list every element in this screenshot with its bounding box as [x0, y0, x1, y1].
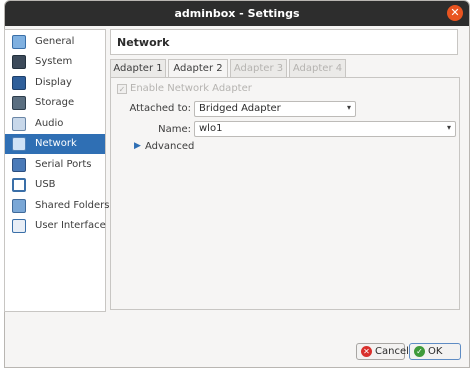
sidebar-item-audio[interactable]: Audio — [5, 114, 105, 134]
sidebar-item-label: User Interface — [35, 220, 106, 231]
chevron-down-icon: ▾ — [346, 103, 351, 112]
settings-sidebar: General System Display Storage Audio Net… — [4, 29, 110, 312]
enable-adapter-checkbox: ✓ — [117, 84, 127, 94]
tab-adapter-3: Adapter 3 — [230, 59, 287, 77]
sidebar-item-serial-ports[interactable]: Serial Ports — [5, 155, 105, 175]
cancel-label: Cancel — [375, 346, 409, 357]
page-title: Network — [117, 36, 170, 49]
sidebar-item-label: Serial Ports — [35, 159, 92, 170]
title-bar: adminbox - Settings ✕ — [5, 1, 469, 26]
sidebar-item-label: Audio — [35, 118, 64, 129]
cancel-button[interactable]: ✕ Cancel — [356, 343, 409, 360]
tab-adapter-1[interactable]: Adapter 1 — [110, 59, 166, 77]
expand-arrow-icon: ▶ — [134, 141, 141, 151]
ok-icon: ✓ — [414, 346, 425, 357]
storage-icon — [12, 96, 26, 110]
tab-adapter-4: Adapter 4 — [289, 59, 346, 77]
enable-adapter-label: Enable Network Adapter — [130, 83, 252, 94]
user-interface-icon — [12, 219, 26, 233]
cancel-icon: ✕ — [361, 346, 372, 357]
sidebar-item-label: USB — [35, 179, 56, 190]
name-label: Name: — [158, 124, 191, 135]
sidebar-item-label: Display — [35, 77, 72, 88]
system-icon — [12, 55, 26, 69]
chevron-down-icon: ▾ — [446, 123, 451, 132]
display-icon — [12, 76, 26, 90]
sidebar-item-label: Shared Folders — [35, 200, 110, 211]
sidebar-item-shared-folders[interactable]: Shared Folders — [5, 196, 110, 216]
sidebar-item-display[interactable]: Display — [5, 73, 105, 93]
ok-button[interactable]: ✓ OK — [409, 343, 461, 360]
sidebar-item-label: Storage — [35, 97, 75, 108]
name-select[interactable]: wlo1 ▾ — [194, 121, 456, 137]
advanced-label: Advanced — [145, 141, 195, 152]
close-icon[interactable]: ✕ — [447, 5, 463, 21]
sidebar-item-label: Network — [35, 138, 77, 149]
attached-to-label: Attached to: — [129, 103, 191, 114]
name-value: wlo1 — [199, 123, 223, 134]
attached-to-value: Bridged Adapter — [199, 103, 281, 114]
sidebar-item-user-interface[interactable]: User Interface — [5, 216, 106, 236]
sidebar-item-system[interactable]: System — [5, 52, 105, 72]
sidebar-item-general[interactable]: General — [5, 32, 105, 52]
sidebar-item-label: General — [35, 36, 75, 47]
sidebar-item-storage[interactable]: Storage — [5, 93, 105, 113]
sidebar-item-network[interactable]: Network — [5, 134, 105, 154]
serial-ports-icon — [12, 158, 26, 172]
sidebar-item-label: System — [35, 56, 73, 67]
page-title-box: Network — [110, 29, 458, 55]
network-icon — [12, 137, 26, 151]
attached-to-select[interactable]: Bridged Adapter ▾ — [194, 101, 356, 117]
usb-icon — [12, 178, 26, 192]
tab-adapter-2[interactable]: Adapter 2 — [168, 59, 228, 78]
general-icon — [12, 35, 26, 49]
window-title: adminbox - Settings — [174, 7, 300, 20]
shared-folders-icon — [12, 199, 26, 213]
sidebar-item-usb[interactable]: USB — [5, 175, 105, 195]
ok-label: OK — [428, 346, 443, 357]
audio-icon — [12, 117, 26, 131]
